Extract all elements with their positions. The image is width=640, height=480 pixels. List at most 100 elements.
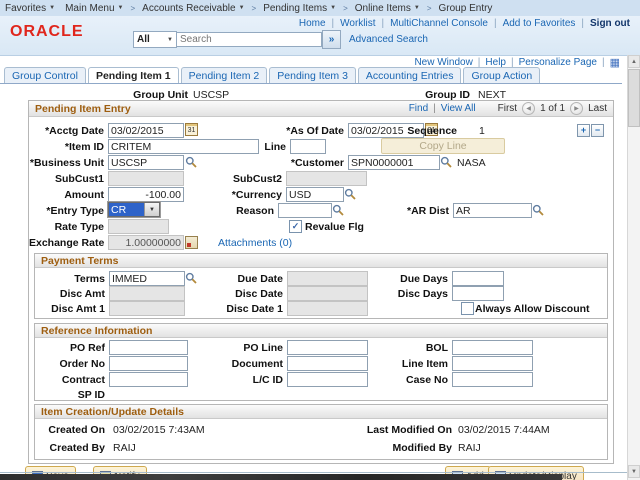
tab-accounting-entries[interactable]: Accounting Entries bbox=[357, 67, 462, 83]
case-no-field[interactable] bbox=[452, 372, 533, 387]
payment-terms-header: Payment Terms bbox=[35, 254, 607, 268]
add-row-icon[interactable]: + bbox=[577, 124, 590, 137]
due-days-label: Due Days bbox=[400, 273, 448, 285]
form-row: Terms Due Date Due Days bbox=[35, 270, 607, 286]
breadcrumb-label: Group Entry bbox=[438, 2, 493, 14]
acctg-date-label: *Acctg Date bbox=[45, 125, 104, 137]
form-row: Disc Amt Disc Date Disc Days bbox=[35, 285, 607, 301]
amount-field[interactable] bbox=[108, 187, 184, 202]
search-go-icon[interactable]: » bbox=[322, 30, 341, 49]
breadcrumb-separator: > bbox=[343, 3, 348, 13]
reference-information-box: Reference Information PO Ref PO Line BOL… bbox=[34, 323, 608, 401]
view-all-link[interactable]: View All bbox=[441, 103, 476, 114]
breadcrumb-item-favorites[interactable]: Favorites ▼ bbox=[0, 3, 60, 14]
worklist-link[interactable]: Worklist bbox=[340, 18, 375, 29]
breadcrumb-item-online-items[interactable]: Online Items ▼ bbox=[350, 3, 425, 14]
breadcrumb-item-accounts-receivable[interactable]: Accounts Receivable ▼ bbox=[137, 3, 249, 14]
chevron-down-icon: ▼ bbox=[238, 5, 245, 11]
po-line-label: PO Line bbox=[243, 342, 283, 354]
vertical-scrollbar[interactable]: ▲ ▼ bbox=[627, 55, 640, 480]
disc-date-1-label: Disc Date 1 bbox=[226, 303, 283, 315]
lookup-icon[interactable] bbox=[532, 204, 544, 216]
form-row: Amount *Currency bbox=[29, 186, 613, 202]
customer-field[interactable] bbox=[348, 155, 440, 170]
order-no-label: Order No bbox=[59, 358, 105, 370]
attachments-link[interactable]: Attachments (0) bbox=[218, 237, 292, 249]
tab-group-control[interactable]: Group Control bbox=[4, 67, 86, 83]
line-field[interactable] bbox=[290, 139, 326, 154]
contract-field[interactable] bbox=[109, 372, 188, 387]
home-link[interactable]: Home bbox=[299, 18, 326, 29]
po-ref-field[interactable] bbox=[109, 340, 188, 355]
tab-group-action[interactable]: Group Action bbox=[463, 67, 541, 83]
add-to-favorites-link[interactable]: Add to Favorites bbox=[503, 18, 576, 29]
multichannel-console-link[interactable]: MultiChannel Console bbox=[390, 18, 488, 29]
sign-out-link[interactable]: Sign out bbox=[590, 18, 630, 29]
breadcrumb-separator: > bbox=[251, 3, 257, 13]
form-row: SubCust1 SubCust2 bbox=[29, 170, 613, 186]
search-scope-select[interactable]: All ▼ bbox=[133, 31, 177, 48]
tab-pending-item-1[interactable]: Pending Item 1 bbox=[87, 67, 179, 83]
disc-days-field[interactable] bbox=[452, 286, 504, 301]
lookup-icon[interactable] bbox=[185, 156, 197, 168]
always-allow-discount-checkbox[interactable] bbox=[461, 302, 474, 315]
http-window-icon[interactable]: ▦ bbox=[610, 57, 620, 68]
lookup-icon[interactable] bbox=[440, 156, 452, 168]
exchange-rate-detail-icon[interactable] bbox=[185, 236, 198, 249]
advanced-search-link[interactable]: Advanced Search bbox=[349, 34, 428, 45]
form-row: Order No Document Line Item bbox=[35, 355, 607, 371]
divider: | bbox=[581, 18, 584, 29]
tab-pending-item-3[interactable]: Pending Item 3 bbox=[269, 67, 356, 83]
scroll-down-icon[interactable]: ▼ bbox=[628, 465, 640, 478]
next-row-icon: ▶ bbox=[570, 102, 584, 115]
form-row: *Entry Type CR ▼ Reason *AR Dist bbox=[29, 202, 613, 218]
disc-amt-1-label: Disc Amt 1 bbox=[51, 303, 105, 315]
breadcrumb-item-pending-items[interactable]: Pending Items ▼ bbox=[258, 3, 341, 14]
created-by-label: Created By bbox=[49, 442, 105, 454]
lookup-icon[interactable] bbox=[332, 204, 344, 216]
ar-dist-field[interactable] bbox=[453, 203, 532, 218]
currency-field[interactable] bbox=[286, 187, 344, 202]
lookup-icon[interactable] bbox=[344, 188, 356, 200]
search-input[interactable] bbox=[177, 32, 322, 47]
find-link[interactable]: Find bbox=[409, 103, 428, 114]
form-row: Contract L/C ID Case No bbox=[35, 371, 607, 387]
first-label: First bbox=[497, 103, 518, 114]
item-creation-header: Item Creation/Update Details bbox=[35, 405, 607, 419]
business-unit-field[interactable] bbox=[108, 155, 184, 170]
due-days-field[interactable] bbox=[452, 271, 504, 286]
last-label: Last bbox=[588, 103, 607, 114]
breadcrumb-item-main-menu[interactable]: Main Menu ▼ bbox=[60, 3, 128, 14]
disc-amt-label: Disc Amt bbox=[59, 288, 105, 300]
pending-item-entry-title: Pending Item Entry bbox=[35, 102, 131, 115]
disc-days-label: Disc Days bbox=[397, 288, 448, 300]
revalue-flg-checkbox[interactable]: ✓ bbox=[289, 220, 302, 233]
acctg-date-field[interactable] bbox=[108, 123, 184, 138]
entry-type-value: CR bbox=[109, 203, 144, 216]
entry-type-select[interactable]: CR ▼ bbox=[108, 202, 160, 217]
subcust1-field bbox=[108, 171, 184, 186]
tab-pending-item-2[interactable]: Pending Item 2 bbox=[180, 67, 268, 83]
exchange-rate-field bbox=[108, 235, 184, 250]
divider: | bbox=[331, 18, 335, 29]
chevron-down-icon: ▼ bbox=[144, 203, 159, 216]
form-row: Exchange Rate Attachments (0) bbox=[29, 234, 613, 250]
row-position: 1 of 1 bbox=[540, 103, 566, 114]
terms-label: Terms bbox=[74, 273, 105, 285]
pending-item-entry-header: Pending Item Entry Find | View All First… bbox=[29, 101, 613, 117]
delete-row-icon[interactable]: − bbox=[591, 124, 604, 137]
order-no-field[interactable] bbox=[109, 356, 188, 371]
line-item-field[interactable] bbox=[452, 356, 533, 371]
form-row: SP ID bbox=[35, 386, 607, 402]
bol-field[interactable] bbox=[452, 340, 533, 355]
terms-field[interactable] bbox=[109, 271, 185, 286]
disc-date-label: Disc Date bbox=[235, 288, 283, 300]
lc-id-label: L/C ID bbox=[252, 374, 283, 386]
item-id-field[interactable] bbox=[108, 139, 259, 154]
scrollbar-thumb[interactable] bbox=[628, 69, 640, 127]
reason-field[interactable] bbox=[278, 203, 332, 218]
pending-item-entry-box: Pending Item Entry Find | View All First… bbox=[28, 100, 614, 464]
calendar-icon[interactable]: 31 bbox=[185, 123, 198, 136]
scroll-up-icon[interactable]: ▲ bbox=[628, 55, 640, 68]
breadcrumb-item-group-entry: Group Entry bbox=[434, 3, 498, 14]
